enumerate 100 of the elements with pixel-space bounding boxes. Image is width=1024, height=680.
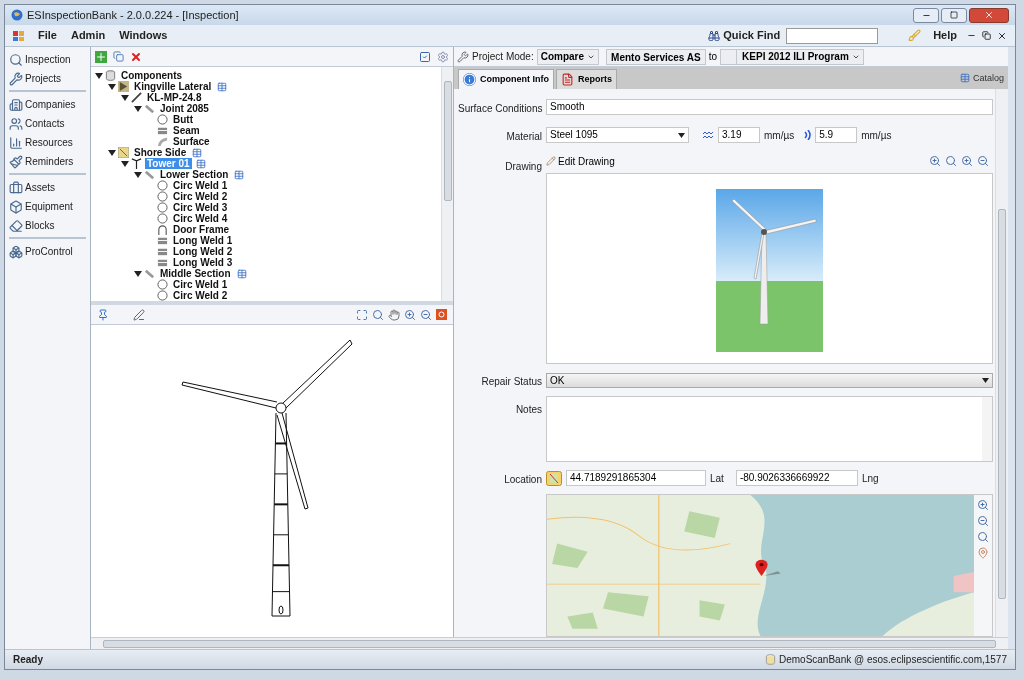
expanded-icon[interactable] [134,104,142,113]
tree-item[interactable]: Joint 2085 [158,103,211,114]
tab[interactable]: Reports [556,69,617,89]
app-menu-icon[interactable] [13,29,25,42]
table-icon[interactable] [195,158,206,169]
menu-item[interactable]: Admin [63,27,113,44]
fit-icon[interactable] [356,308,368,321]
notes-field[interactable] [546,396,993,462]
mode-dropdown[interactable]: Compare [536,48,600,65]
company-button[interactable]: Mento Services AS [606,48,706,65]
program-dropdown[interactable]: KEPI 2012 ILI Program [720,48,864,65]
nav-item[interactable]: ProControl [25,244,73,259]
search-icon [9,52,23,67]
tree-item[interactable]: Long Weld 2 [171,246,235,257]
expanded-icon[interactable] [108,148,116,157]
zoom-icon[interactable] [945,155,957,167]
quick-find-field[interactable] [786,27,879,44]
tree-item[interactable]: Circ Weld 1 [171,279,230,290]
zoom-icon[interactable] [977,531,989,543]
material-dropdown[interactable]: Steel 1095 [546,127,689,143]
nav-item[interactable]: Projects [25,71,62,86]
latitude-field[interactable]: 44.7189291865304 [566,470,706,486]
ring-icon [157,202,168,213]
tree-item[interactable]: Long Weld 3 [171,257,235,268]
expanded-icon[interactable] [134,170,142,179]
tree-item[interactable]: Long Weld 1 [171,235,235,246]
settings-icon[interactable] [437,50,449,63]
tree-item[interactable]: Door Frame [171,224,232,235]
zoom-in-icon[interactable] [929,155,941,167]
nav-item[interactable]: Contacts [25,116,65,131]
nav-item[interactable]: Equipment [25,199,73,214]
tree-item[interactable]: Surface [171,136,212,147]
scrollbar[interactable] [441,67,453,301]
table-icon[interactable] [234,169,245,180]
nav-item[interactable]: Reminders [25,154,74,169]
tree-item[interactable]: Butt [171,114,195,125]
restore-icon[interactable] [982,31,991,40]
expanded-icon[interactable] [95,71,103,80]
zoom-out-icon[interactable] [977,515,989,527]
expanded-icon[interactable] [134,269,142,278]
dropdown-arrow-icon [982,377,989,383]
menu-item[interactable]: Windows [112,27,175,44]
expanded-icon[interactable] [121,93,129,102]
tree-item[interactable]: Shore Side [132,147,189,158]
zoom-in-icon[interactable] [404,308,416,321]
stop-icon[interactable] [436,309,447,320]
maximize-button[interactable] [941,7,967,23]
close-button[interactable] [969,7,1009,23]
pencil-icon[interactable] [133,308,145,321]
tree-item[interactable]: Components [119,70,185,81]
catalog-button[interactable]: Catalog [959,71,1004,85]
shear-speed-field[interactable]: 3.19 [718,127,760,143]
nav-item[interactable]: Resources [25,135,73,150]
field-label: Repair Status [481,376,542,387]
tree-item[interactable]: Middle Section [158,268,233,279]
help-menu[interactable]: Help [933,27,957,44]
expanded-icon[interactable] [108,82,116,91]
ring-icon [157,191,168,202]
quick-find-label: Quick Find [723,28,781,44]
zoom-out-icon[interactable] [420,308,432,321]
tree-item[interactable]: Circ Weld 4 [171,213,230,224]
expanded-icon[interactable] [121,159,129,168]
zoom-icon[interactable] [372,308,384,321]
tab[interactable]: Component Info [458,69,554,89]
tree-item[interactable]: Circ Weld 2 [171,191,230,202]
zoom-out-icon[interactable] [977,155,989,167]
nav-item[interactable]: Assets [25,180,55,195]
field-label: Drawing [505,161,542,172]
tree-item[interactable]: KL-MP-24.8 [145,92,204,103]
tree-item[interactable]: Circ Weld 3 [171,202,230,213]
tree-item[interactable]: Lower Section [158,169,231,180]
tree-item[interactable]: Seam [171,125,202,136]
minimize-button[interactable] [913,7,939,23]
scrollbar[interactable] [995,89,1008,637]
surface-field[interactable]: Smooth [546,99,993,115]
add-icon[interactable] [95,50,107,63]
tree-item[interactable]: Circ Weld 1 [171,180,230,191]
delete-icon[interactable] [130,50,142,63]
zoom-in-icon[interactable] [961,155,973,167]
ring-icon [157,290,168,301]
zoom-in-icon[interactable] [977,499,989,511]
tree-item[interactable]: Kingville Lateral [132,81,214,92]
copy-icon[interactable] [113,51,124,62]
nav-item[interactable]: Inspection [25,52,71,67]
table-icon[interactable] [236,268,247,279]
tree-item[interactable]: Circ Weld 2 [171,290,230,301]
table-icon[interactable] [192,147,203,158]
pin-icon[interactable] [97,308,109,321]
horizontal-scrollbar[interactable] [91,637,1008,649]
nav-item[interactable]: Blocks [25,218,55,233]
longitude-field[interactable]: -80.9026336669922 [735,470,858,486]
menu-item[interactable]: File [31,27,64,44]
checklist-icon[interactable] [419,50,431,63]
table-icon[interactable] [217,81,228,92]
edit-drawing-link[interactable]: Edit Drawing [558,153,615,169]
nav-item[interactable]: Companies [25,97,76,112]
close-icon[interactable] [997,30,1007,41]
long-speed-field[interactable]: 5.9 [815,127,858,143]
hand-icon[interactable] [388,308,400,321]
repair-status-dropdown[interactable]: OK [546,372,993,388]
